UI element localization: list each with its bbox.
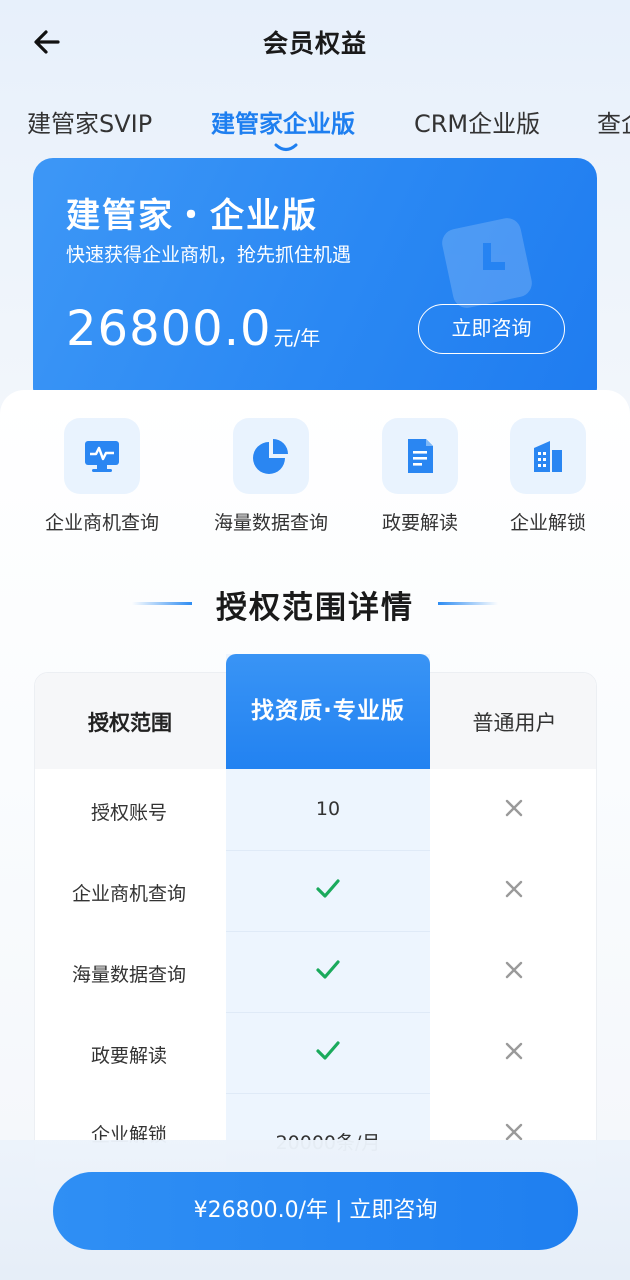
table-row: 政要解读 xyxy=(34,1013,597,1094)
pie-chart-icon xyxy=(253,439,288,474)
plan-subtitle: 快速获得企业商机，抢先抓住机遇 xyxy=(66,244,352,266)
plan-title: 建管家・企业版 xyxy=(66,196,318,236)
feature-icon-box xyxy=(64,418,140,494)
cross-icon xyxy=(505,1042,522,1060)
tab-company-search[interactable]: 查企业 xyxy=(597,104,630,139)
membership-tabs: 建管家SVIP 建管家企业版 CRM企业版 查企业 xyxy=(0,100,630,156)
consult-button[interactable]: 立即咨询 xyxy=(418,304,565,354)
row-normal-value xyxy=(430,1039,597,1067)
document-icon xyxy=(408,439,433,473)
building-icon xyxy=(534,441,562,472)
cross-icon xyxy=(505,880,522,898)
row-pro-value xyxy=(226,875,430,908)
row-pro-value xyxy=(226,956,430,989)
feature-policy-reading[interactable]: 政要解读 xyxy=(350,418,490,535)
tab-enterprise[interactable]: 建管家企业版 xyxy=(211,104,355,139)
header-pro-plan: 找资质·专业版 xyxy=(226,654,430,769)
section-title-line-right xyxy=(438,602,498,605)
header-scope: 授权范围 xyxy=(88,711,172,735)
feature-label: 企业解锁 xyxy=(509,512,586,534)
table-row: 授权账号 10 xyxy=(34,770,597,851)
cross-icon xyxy=(505,961,522,979)
check-icon xyxy=(316,879,340,898)
feature-icon-box xyxy=(510,418,586,494)
page-title: 会员权益 xyxy=(262,29,367,58)
feature-business-query[interactable]: 企业商机查询 xyxy=(32,418,172,535)
row-normal-value xyxy=(430,796,597,824)
feature-label: 企业商机查询 xyxy=(44,512,159,534)
app-header: 会员权益 xyxy=(0,0,630,84)
header-normal-user: 普通用户 xyxy=(472,711,557,735)
table-row: 企业商机查询 xyxy=(34,851,597,932)
plan-price: 26800.0 元/年 xyxy=(66,301,320,357)
row-normal-value xyxy=(430,877,597,905)
row-pro-value xyxy=(226,1037,430,1070)
buy-consult-button[interactable]: ¥26800.0/年 | 立即咨询 xyxy=(53,1172,578,1250)
feature-label: 政要解读 xyxy=(381,512,458,534)
row-name: 政要解读 xyxy=(90,1045,167,1067)
row-normal-value xyxy=(430,958,597,986)
price-value: 26800.0 xyxy=(66,301,272,357)
tab-crm[interactable]: CRM企业版 xyxy=(414,104,540,139)
active-tab-indicator xyxy=(274,143,298,151)
feature-label: 海量数据查询 xyxy=(213,512,328,534)
feature-data-query[interactable]: 海量数据查询 xyxy=(201,418,341,535)
feature-company-unlock[interactable]: 企业解锁 xyxy=(478,418,618,535)
section-title: 授权范围详情 xyxy=(216,590,414,626)
table-row: 海量数据查询 xyxy=(34,932,597,1013)
monitor-icon xyxy=(85,441,119,472)
feature-icon-box xyxy=(382,418,458,494)
row-pro-value: 10 xyxy=(315,798,341,820)
check-icon xyxy=(316,1041,340,1060)
row-name: 海量数据查询 xyxy=(71,964,186,986)
price-unit: 元/年 xyxy=(273,326,321,350)
cross-icon xyxy=(505,799,522,817)
plan-banner: 建管家・企业版 快速获得企业商机，抢先抓住机遇 26800.0 元/年 立即咨询 xyxy=(33,158,597,408)
row-name: 授权账号 xyxy=(90,802,167,824)
row-name: 企业商机查询 xyxy=(71,883,186,905)
feature-icon-box xyxy=(233,418,309,494)
tab-svip[interactable]: 建管家SVIP xyxy=(27,104,152,139)
check-icon xyxy=(316,960,340,979)
